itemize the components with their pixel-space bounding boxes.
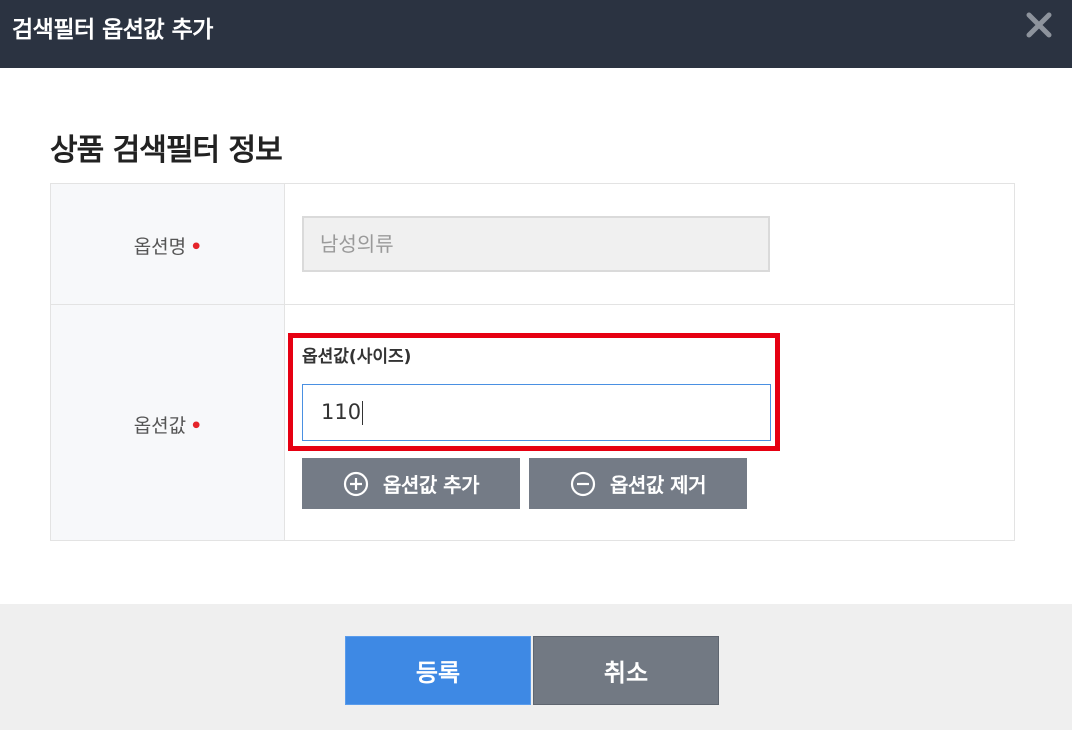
option-name-label-text: 옵션명 [133,236,187,258]
option-name-label: 옵션명 • [51,232,285,259]
dialog-titlebar: 검색필터 옵션값 추가 [0,0,1072,68]
row-divider [51,304,1014,305]
text-caret [362,401,364,425]
minus-circle-icon [570,471,596,497]
register-button[interactable]: 등록 [345,636,531,705]
remove-option-value-button[interactable]: 옵션값 제거 [529,458,747,509]
section-title: 상품 검색필터 정보 [50,133,283,168]
add-option-value-button[interactable]: 옵션값 추가 [302,458,520,509]
required-mark: • [190,236,203,258]
option-value-input-text: 110 [321,400,362,424]
option-value-label-text: 옵션값 [133,415,187,437]
add-option-value-label: 옵션값 추가 [383,473,479,497]
option-value-field-label: 옵션값(사이즈) [302,347,412,367]
option-value-label: 옵션값 • [51,411,285,438]
option-value-input[interactable]: 110 [302,384,771,441]
dialog-footer: 등록 취소 [0,604,1072,730]
form-table: 옵션명 • 남성의류 옵션값 • 옵션값(사이즈) 110 옵션값 추가 옵션값 제… [50,183,1015,541]
remove-option-value-label: 옵션값 제거 [610,473,706,497]
dialog-title: 검색필터 옵션값 추가 [12,17,213,43]
required-mark: • [190,415,203,437]
cancel-button[interactable]: 취소 [533,636,719,705]
close-icon[interactable] [1026,12,1052,38]
option-name-input[interactable]: 남성의류 [302,216,770,272]
plus-circle-icon [343,471,369,497]
